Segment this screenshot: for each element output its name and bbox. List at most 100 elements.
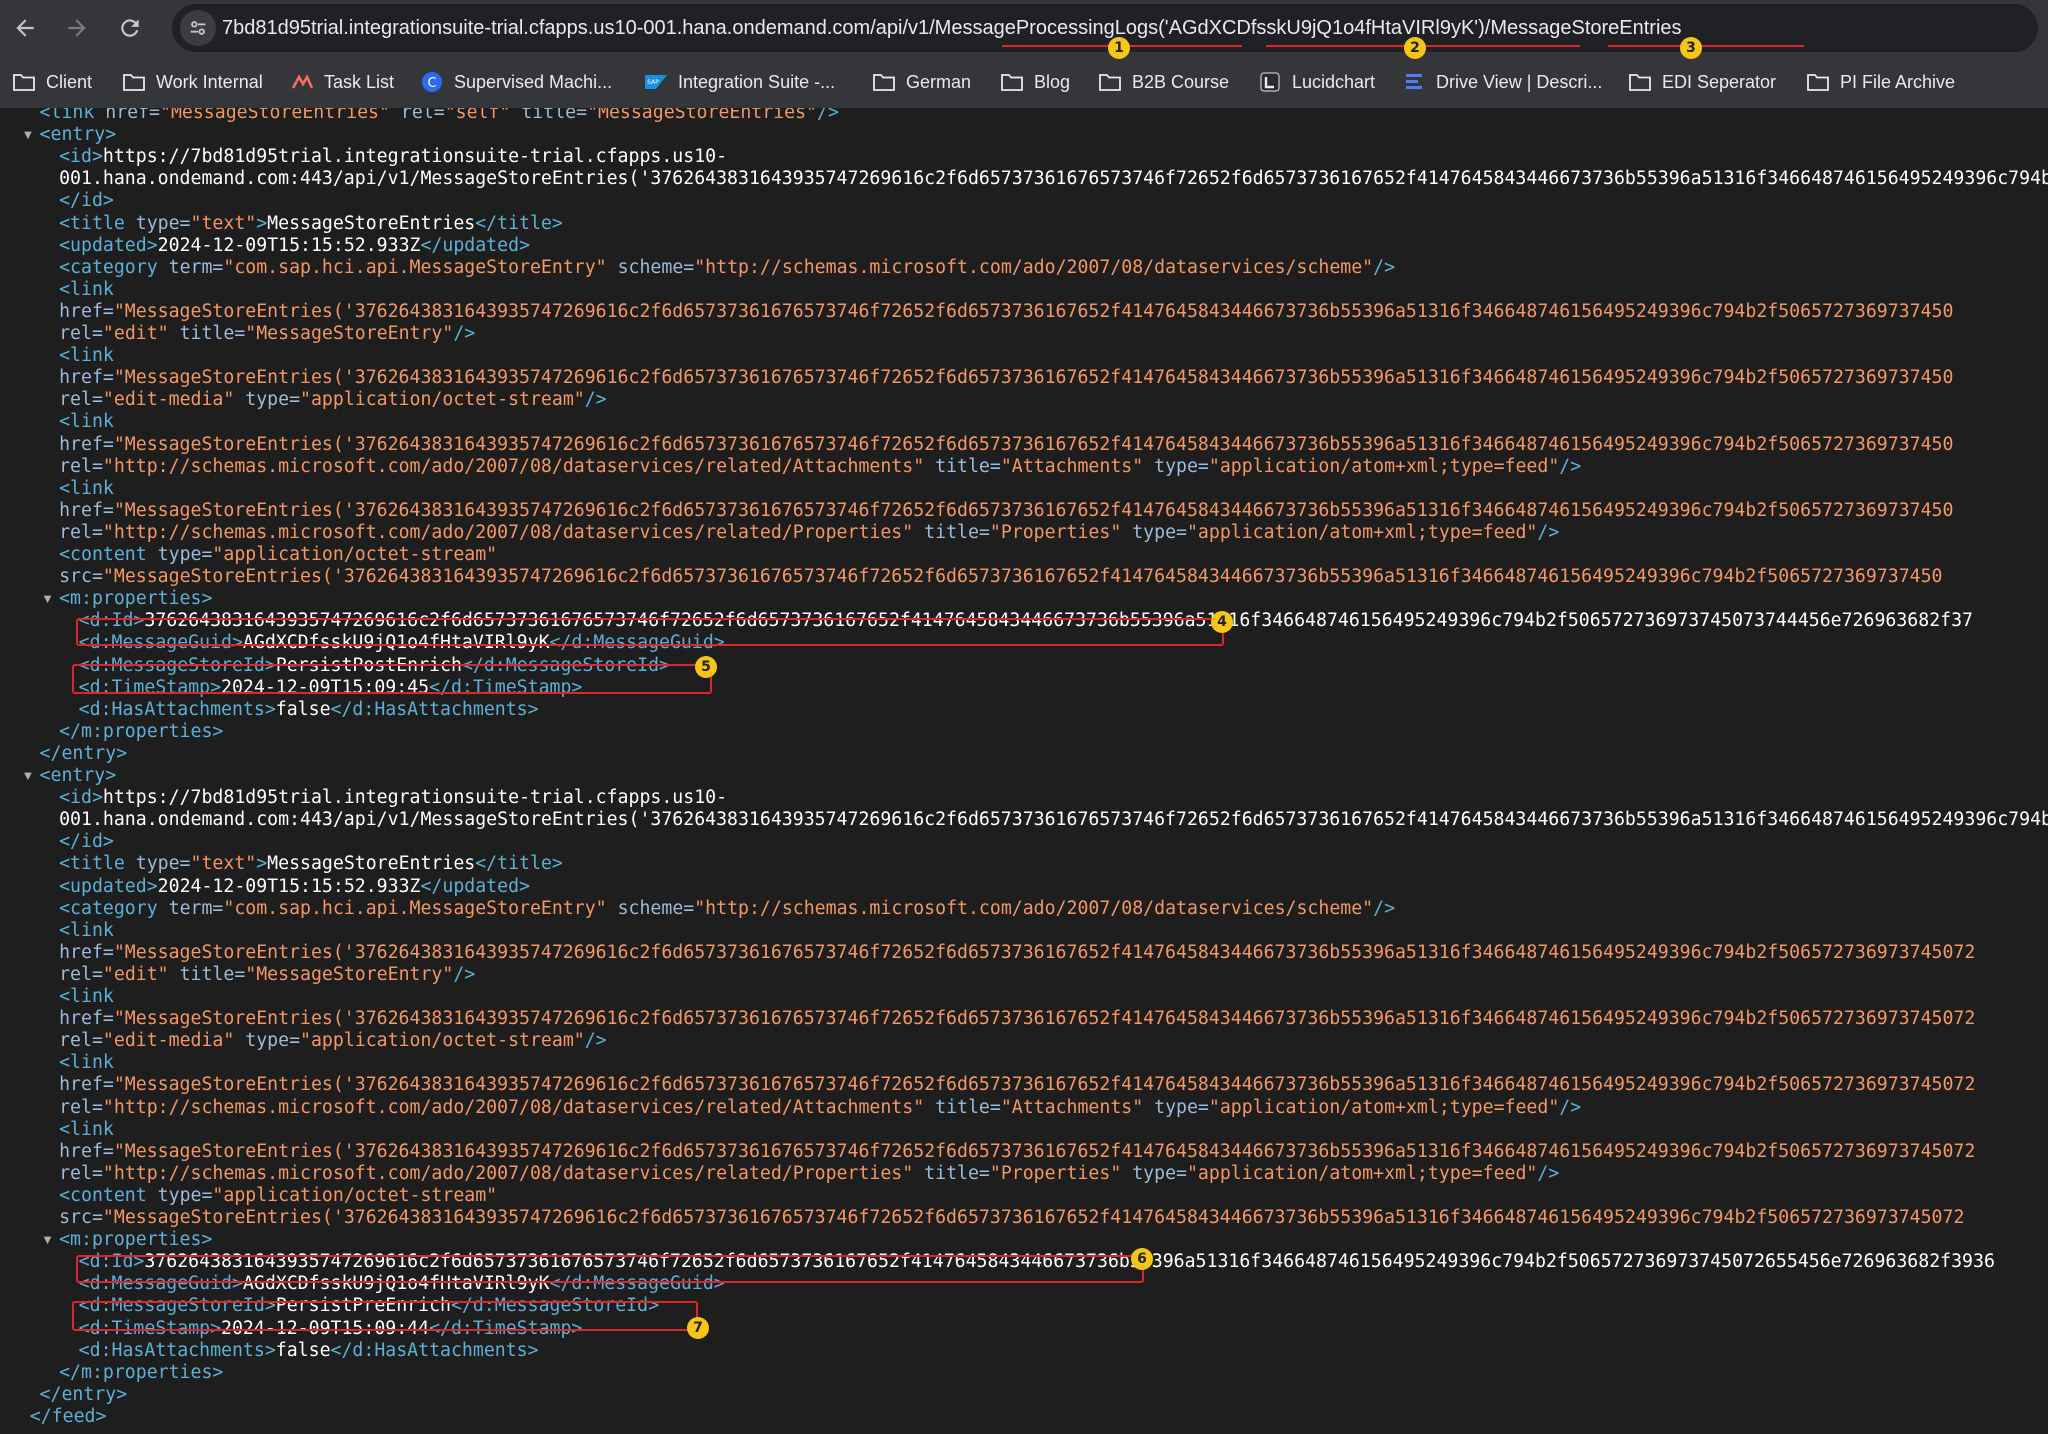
xml-line: 001.hana.ondemand.com:443/api/v1/Message…: [59, 809, 2048, 831]
xml-line: <title type="text">MessageStoreEntries</…: [59, 853, 563, 875]
xml-line: <updated>2024-12-09T15:15:52.933Z</updat…: [59, 875, 530, 897]
collapse-toggle-icon[interactable]: ▼: [41, 1233, 55, 1247]
xml-line: </entry>: [39, 742, 128, 764]
highlight-box: [72, 1301, 698, 1331]
folder-icon: [1806, 71, 1830, 93]
xml-line: <link: [59, 477, 114, 499]
forward-button[interactable]: [57, 8, 97, 48]
xml-line: </m:properties>: [59, 720, 224, 742]
annotation-badge: 4: [1211, 611, 1233, 633]
xml-line: rel="edit" title="MessageStoreEntry"/>: [59, 963, 476, 985]
sap-logo-icon: SAP: [644, 71, 668, 93]
bookmark-label: German: [906, 72, 972, 92]
xml-line: rel="http://schemas.microsoft.com/ado/20…: [59, 521, 1560, 543]
xml-line: href="MessageStoreEntries('3762643831643…: [59, 433, 1954, 455]
arrow-right-icon: [68, 19, 86, 37]
bookmark-item[interactable]: B2B Course: [1098, 70, 1229, 94]
bookmark-label: Integration Suite -...: [678, 72, 836, 92]
xml-line: <entry>: [39, 124, 117, 146]
xml-line: rel="http://schemas.microsoft.com/ado/20…: [59, 1096, 1582, 1118]
xml-line: </id>: [59, 831, 114, 853]
site-info-button[interactable]: [180, 10, 216, 46]
xml-line: <content type="application/octet-stream": [59, 1184, 498, 1206]
xml-viewer: <link href="MessageStoreEntries" rel="se…: [0, 108, 2048, 1434]
bookmark-label: Task List: [324, 72, 395, 92]
folder-icon: [1098, 71, 1122, 93]
bookmark-item[interactable]: Task List: [290, 70, 394, 94]
bookmark-item[interactable]: German: [872, 70, 971, 94]
folder-icon: [1628, 71, 1652, 93]
annotation-badge: 5: [695, 656, 717, 678]
xml-line: <id>https://7bd81d95trial.integrationsui…: [59, 787, 728, 809]
xml-line: <title type="text">MessageStoreEntries</…: [59, 212, 563, 234]
collapse-toggle-icon[interactable]: ▼: [41, 592, 55, 606]
bookmark-label: Drive View | Descri...: [1436, 72, 1603, 92]
bookmark-item[interactable]: Client: [12, 70, 92, 94]
svg-text:C: C: [427, 76, 436, 91]
highlight-box: [76, 1255, 1144, 1283]
xml-line: href="MessageStoreEntries('3762643831643…: [59, 1074, 1976, 1096]
xml-line: rel="http://schemas.microsoft.com/ado/20…: [59, 1162, 1560, 1184]
folder-icon: [872, 71, 896, 93]
xml-line: <d:HasAttachments>false</d:HasAttachment…: [78, 1339, 539, 1361]
folder-icon: [12, 71, 36, 93]
annotation-badge: 6: [1131, 1248, 1153, 1270]
bookmark-item[interactable]: Blog: [1000, 70, 1070, 94]
xml-line: href="MessageStoreEntries('3762643831643…: [59, 1140, 1976, 1162]
annotation-badge: 7: [687, 1317, 709, 1339]
xml-line: <category term="com.sap.hci.api.MessageS…: [59, 256, 1396, 278]
browser-toolbar: 7bd81d95trial.integrationsuite-trial.cfa…: [0, 0, 2048, 56]
highlight-box: [72, 664, 712, 694]
xml-line: </feed>: [29, 1405, 107, 1427]
reload-icon: [121, 19, 139, 37]
bookmark-label: Supervised Machi...: [454, 72, 613, 92]
collapse-toggle-icon[interactable]: ▼: [22, 769, 36, 783]
xml-line: src="MessageStoreEntries('37626438316439…: [59, 566, 1943, 588]
bookmark-label: Work Internal: [156, 72, 263, 92]
bookmark-item[interactable]: EDI Seperator: [1628, 70, 1776, 94]
xml-line: href="MessageStoreEntries('3762643831643…: [59, 499, 1954, 521]
xml-line: <d:HasAttachments>false</d:HasAttachment…: [78, 698, 539, 720]
bookmark-item[interactable]: C Supervised Machi...: [420, 70, 612, 94]
xml-line: <m:properties>: [59, 1229, 213, 1251]
annotation-badge: 1: [1108, 37, 1130, 59]
folder-icon: [122, 71, 146, 93]
collapse-toggle-icon[interactable]: ▼: [22, 128, 36, 142]
xml-line: rel="http://schemas.microsoft.com/ado/20…: [59, 455, 1582, 477]
xml-line: href="MessageStoreEntries('3762643831643…: [59, 300, 1954, 322]
xml-line: 001.hana.ondemand.com:443/api/v1/Message…: [59, 168, 2048, 190]
xml-line: <entry>: [39, 765, 117, 786]
xml-line: <category term="com.sap.hci.api.MessageS…: [59, 897, 1396, 919]
xml-line: <link: [59, 919, 114, 941]
bookmark-label: EDI Seperator: [1662, 72, 1777, 92]
bookmark-item[interactable]: Lucidchart: [1258, 70, 1375, 94]
svg-text:SAP: SAP: [647, 79, 659, 86]
xml-line: rel="edit-media" type="application/octet…: [59, 1030, 607, 1052]
xml-line: rel="edit-media" type="application/octet…: [59, 389, 607, 411]
xml-line: <link: [59, 411, 114, 433]
bookmark-item[interactable]: Work Internal: [122, 70, 263, 94]
url-underline: [1608, 45, 1804, 47]
back-button[interactable]: [5, 8, 45, 48]
xml-line: </m:properties>: [59, 1361, 224, 1383]
bookmark-item[interactable]: PI File Archive: [1806, 70, 1955, 94]
bookmark-item[interactable]: Drive View | Descri...: [1402, 70, 1602, 94]
reload-button[interactable]: [110, 8, 150, 48]
xml-line: </entry>: [39, 1383, 128, 1405]
bookmark-label: Blog: [1034, 72, 1071, 92]
xml-line: src="MessageStoreEntries('37626438316439…: [59, 1207, 1965, 1228]
drive-view-icon: [1402, 71, 1426, 93]
xml-line: <link: [59, 1118, 114, 1140]
bookmarks-bar: Client Work Internal Task List C Supervised …: [0, 56, 2048, 109]
tune-icon: [190, 21, 206, 35]
lucidchart-icon: [1258, 71, 1282, 93]
bookmark-label: Lucidchart: [1292, 72, 1376, 92]
annotation-badge: 2: [1404, 37, 1426, 59]
highlight-box: [76, 618, 1224, 646]
arrow-left-icon: [16, 19, 34, 37]
xml-line: <link href="MessageStoreEntries" rel="se…: [39, 108, 839, 123]
bookmark-item[interactable]: SAP Integration Suite -...: [644, 70, 835, 94]
xml-line: href="MessageStoreEntries('3762643831643…: [59, 367, 1954, 389]
annotation-badge: 3: [1680, 37, 1702, 59]
xml-line: <m:properties>: [59, 588, 213, 610]
